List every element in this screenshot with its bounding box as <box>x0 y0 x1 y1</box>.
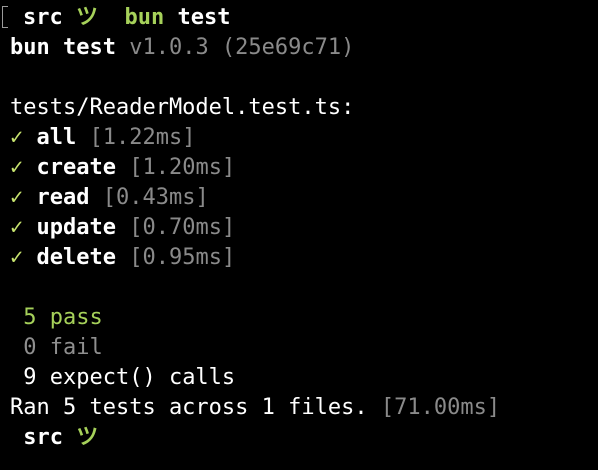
test-duration: [1.20ms] <box>129 155 236 180</box>
header-title: bun test <box>10 35 116 60</box>
check-icon: ✓ <box>10 125 24 150</box>
test-duration: [0.95ms] <box>129 245 236 270</box>
prompt-args: test <box>177 5 231 30</box>
pass-summary: 5 pass <box>10 303 598 333</box>
end-prompt-dir: src <box>23 425 63 450</box>
bun-version-line: bun test v1.0.3 (25e69c71) <box>10 33 598 63</box>
run-summary: Ran 5 tests across 1 files. [71.00ms] <box>10 393 598 423</box>
test-name: create <box>36 155 116 180</box>
test-duration: [0.43ms] <box>102 185 209 210</box>
test-duration: [0.70ms] <box>129 215 236 240</box>
check-icon: ✓ <box>10 185 24 210</box>
terminal-window[interactable]: src ツ bun test bun test v1.0.3 (25e69c71… <box>0 0 598 470</box>
prompt-line: src ツ bun test <box>10 3 598 33</box>
test-result-row: ✓ read [0.43ms] <box>10 183 598 213</box>
header-version: v1.0.3 (25e69c71) <box>129 35 355 60</box>
run-summary-text: Ran 5 tests across 1 files. <box>10 395 368 420</box>
fail-count: 0 fail <box>23 335 103 360</box>
end-prompt-line[interactable]: src ツ <box>10 423 598 453</box>
test-name: delete <box>36 245 116 270</box>
prompt-symbol: ツ <box>76 5 99 30</box>
test-name: all <box>36 125 77 150</box>
test-result-row: ✓ update [0.70ms] <box>10 213 598 243</box>
test-result-row: ✓ all [1.22ms] <box>10 123 598 153</box>
fail-summary: 0 fail <box>10 333 598 363</box>
test-result-row: ✓ delete [0.95ms] <box>10 243 598 273</box>
check-icon: ✓ <box>10 155 24 180</box>
pass-count: 5 pass <box>23 305 103 330</box>
test-file-path: tests/ReaderModel.test.ts: <box>10 95 355 120</box>
test-result-row: ✓ create [1.20ms] <box>10 153 598 183</box>
run-duration: [71.00ms] <box>380 395 501 420</box>
selection-marker-icon <box>2 6 8 28</box>
end-prompt-symbol: ツ <box>76 425 99 450</box>
expect-count: 9 expect() calls <box>23 365 236 390</box>
test-name: read <box>36 185 90 210</box>
prompt-command: bun <box>124 5 165 30</box>
test-name: update <box>36 215 116 240</box>
expect-summary: 9 expect() calls <box>10 363 598 393</box>
test-duration: [1.22ms] <box>89 125 196 150</box>
check-icon: ✓ <box>10 215 24 240</box>
check-icon: ✓ <box>10 245 24 270</box>
prompt-dir: src <box>23 5 63 30</box>
